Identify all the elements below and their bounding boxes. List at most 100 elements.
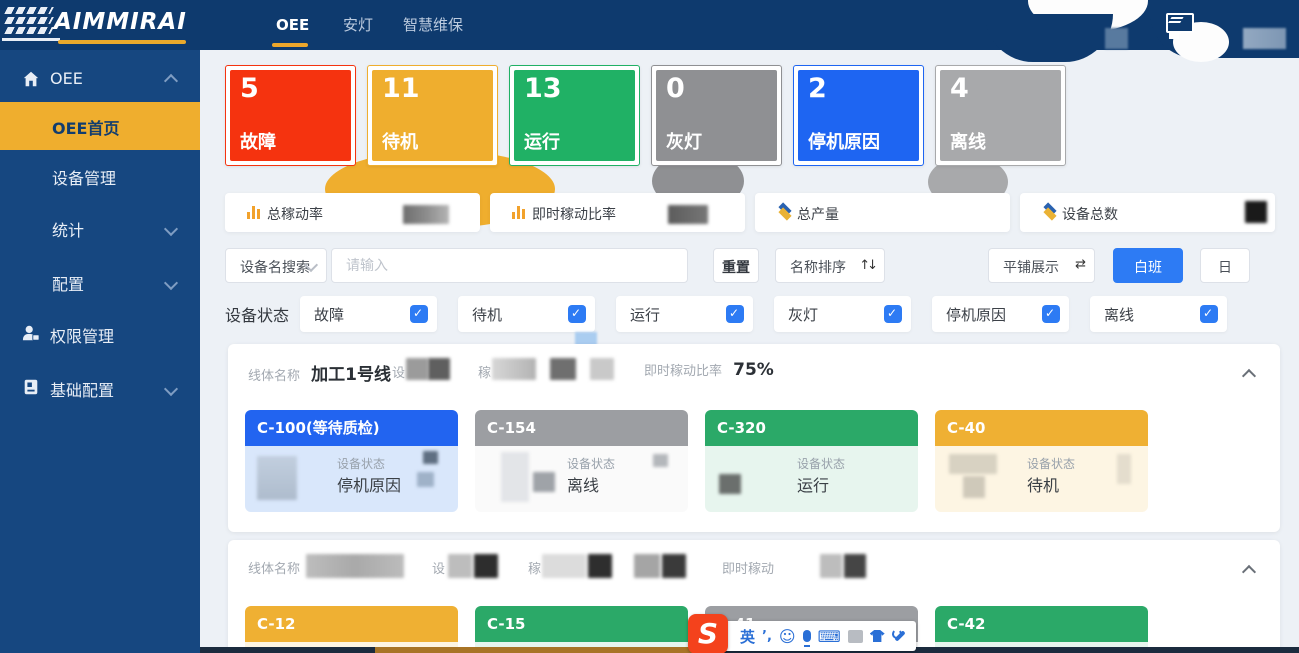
brand-logo: AIMMIRAI <box>54 9 187 35</box>
redacted-value <box>403 205 449 224</box>
redacted-value <box>474 554 498 578</box>
filter-standby[interactable]: 待机 <box>458 296 595 332</box>
search-field-select[interactable]: 设备名搜索 <box>225 248 327 283</box>
chevron-up-icon <box>1242 565 1256 579</box>
logo-stripes-icon <box>6 7 52 37</box>
logo-underline <box>58 40 186 44</box>
smiley-icon[interactable]: ☺ <box>779 627 796 646</box>
checkbox-checked-icon[interactable] <box>884 305 902 323</box>
device-name: C-320 <box>705 410 918 446</box>
monitor-icon[interactable] <box>1166 13 1194 33</box>
search-field-label: 设备名搜索 <box>240 257 310 277</box>
filter-running[interactable]: 运行 <box>616 296 753 332</box>
filter-label: 运行 <box>630 304 660 325</box>
collapse-button[interactable] <box>1244 366 1254 385</box>
status-card-offline[interactable]: 4 离线 <box>935 65 1066 166</box>
sort-by-name-button[interactable]: 名称排序 ↑↓ <box>775 248 885 283</box>
layers-icon <box>1042 203 1058 219</box>
device-card[interactable]: C-12 <box>245 606 458 653</box>
skin-icon[interactable] <box>870 630 885 642</box>
sidebar-item-oee[interactable]: OEE <box>0 60 200 100</box>
sidebar-item-configuration[interactable]: 配置 <box>0 262 200 302</box>
redacted-value <box>428 358 450 380</box>
status-card-running[interactable]: 13 运行 <box>509 65 640 166</box>
sogou-logo[interactable]: S <box>688 614 728 653</box>
stat-label: 即时稼动比率 <box>532 204 616 224</box>
status-label: 待机 <box>382 128 418 154</box>
redacted-user-info <box>1243 28 1286 49</box>
user-lock-icon <box>22 324 40 342</box>
redacted-value <box>448 554 472 578</box>
tab-oee[interactable]: OEE <box>276 0 309 46</box>
partial-label: 稼 <box>478 366 491 381</box>
keyboard-icon[interactable]: ⌨ <box>818 627 841 646</box>
stat-card-instant-utilization: 即时稼动比率 <box>490 193 745 232</box>
checkbox-checked-icon[interactable] <box>410 305 428 323</box>
tab-andon[interactable]: 安灯 <box>343 0 373 46</box>
device-card[interactable]: C-154 设备状态 离线 <box>475 410 688 512</box>
redacted-value <box>668 205 708 224</box>
status-card-graylight[interactable]: 0 灰灯 <box>651 65 782 166</box>
sidebar-item-device-management[interactable]: 设备管理 <box>0 156 200 196</box>
search-input[interactable] <box>344 257 668 275</box>
filter-offline[interactable]: 离线 <box>1090 296 1227 332</box>
collapse-button[interactable] <box>1244 562 1254 581</box>
sidebar: OEE OEE首页 设备管理 统计 配置 权限管理 <box>0 50 200 653</box>
microphone-icon[interactable] <box>803 630 811 642</box>
status-count: 0 <box>666 73 685 104</box>
status-count: 4 <box>950 73 969 104</box>
redacted-value <box>588 554 612 578</box>
filter-downtime[interactable]: 停机原因 <box>932 296 1069 332</box>
filter-row-label: 设备状态 <box>225 302 289 326</box>
day-shift-button[interactable]: 白班 <box>1113 248 1183 283</box>
device-card[interactable]: C-15 <box>475 606 688 653</box>
wrench-icon[interactable] <box>892 629 906 643</box>
stat-card-total-utilization: 总稼动率 <box>225 193 480 232</box>
filter-fault[interactable]: 故障 <box>300 296 437 332</box>
document-icon <box>22 378 40 396</box>
checkbox-checked-icon[interactable] <box>568 305 586 323</box>
redacted-detail <box>423 451 438 464</box>
filter-graylight[interactable]: 灰灯 <box>774 296 911 332</box>
status-card-downtime[interactable]: 2 停机原因 <box>793 65 924 166</box>
redacted-value <box>634 554 660 578</box>
redacted-value <box>590 358 614 380</box>
sidebar-item-basic-configuration[interactable]: 基础配置 <box>0 368 200 408</box>
redacted-detail <box>257 456 297 500</box>
tile-display-button[interactable]: 平铺展示 ⇄ <box>988 248 1095 283</box>
ime-punctuation-mode[interactable]: ’, <box>762 629 772 644</box>
device-name: C-154 <box>475 410 688 446</box>
main-content: 5 故障 11 待机 13 运行 0 灰灯 2 停机原因 <box>200 50 1299 653</box>
status-card-standby[interactable]: 11 待机 <box>367 65 498 166</box>
line-name-label: 线体名称 <box>248 369 300 384</box>
sidebar-item-statistics[interactable]: 统计 <box>0 208 200 248</box>
device-card[interactable]: C-42 <box>935 606 1148 653</box>
filter-label: 停机原因 <box>946 304 1006 325</box>
device-name: C-100(等待质检) <box>245 410 458 446</box>
partial-label: 即时稼动 <box>722 562 774 577</box>
ime-language-mode[interactable]: 英 <box>740 626 755 647</box>
status-count: 5 <box>240 73 259 104</box>
sidebar-item-oee-home[interactable]: OEE首页 <box>0 102 200 150</box>
device-card[interactable]: C-100(等待质检) 设备状态 停机原因 <box>245 410 458 512</box>
line-name-label: 线体名称 <box>248 562 300 577</box>
sidebar-item-label: 基础配置 <box>50 377 114 401</box>
checkbox-checked-icon[interactable] <box>1200 305 1218 323</box>
device-card[interactable]: C-320 设备状态 运行 <box>705 410 918 512</box>
period-day-label: 日 <box>1201 257 1249 277</box>
oee-dashboard: AIMMIRAI OEE 安灯 智慧维保 OEE OEE首页 设备管理 <box>0 0 1299 653</box>
redacted-value <box>542 554 586 578</box>
tab-smart-maintenance[interactable]: 智慧维保 <box>403 0 463 46</box>
status-card-fault[interactable]: 5 故障 <box>225 65 356 166</box>
period-day-button[interactable]: 日 <box>1200 248 1250 283</box>
redacted-value <box>1245 201 1267 223</box>
checkbox-checked-icon[interactable] <box>1042 305 1060 323</box>
sidebar-item-label: 权限管理 <box>50 323 114 347</box>
reset-button[interactable]: 重置 <box>713 248 759 283</box>
redacted-value <box>492 358 536 380</box>
device-status-label: 设备状态 <box>567 455 615 472</box>
news-icon[interactable] <box>848 630 863 643</box>
device-card[interactable]: C-40 设备状态 待机 <box>935 410 1148 512</box>
checkbox-checked-icon[interactable] <box>726 305 744 323</box>
sidebar-item-permission-management[interactable]: 权限管理 <box>0 314 200 354</box>
